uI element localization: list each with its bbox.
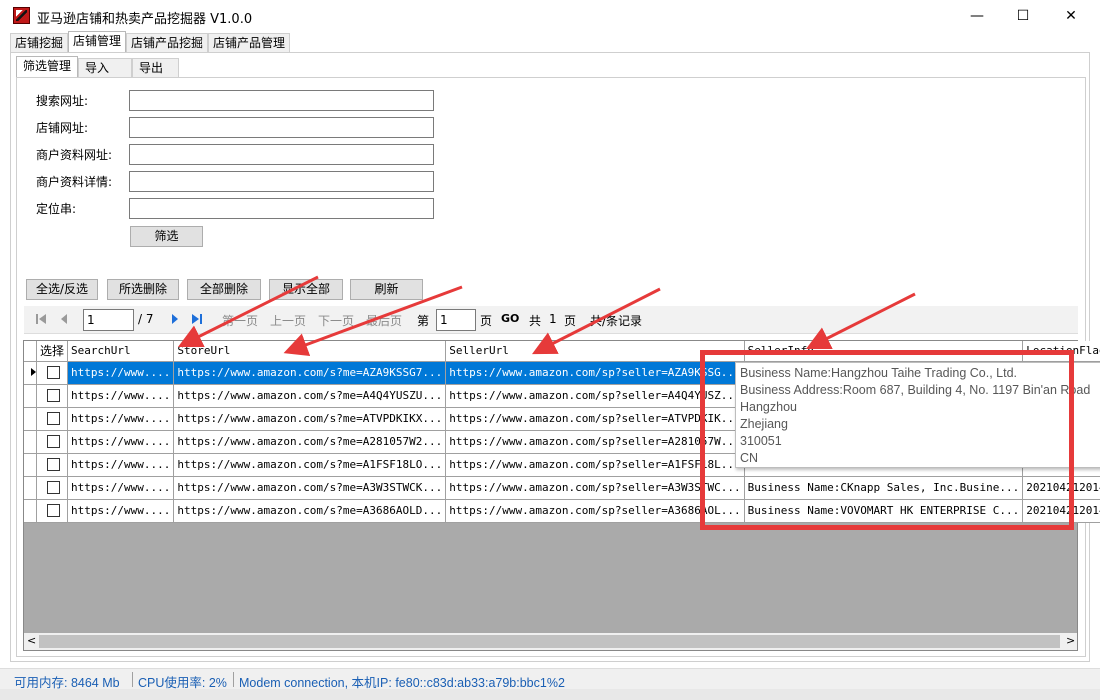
status-divider xyxy=(132,672,133,687)
row-checkbox[interactable] xyxy=(47,389,60,402)
scroll-right-icon[interactable]: > xyxy=(1066,634,1075,647)
select-cell[interactable] xyxy=(36,476,69,500)
goto-page-input[interactable]: 1 xyxy=(436,309,476,331)
status-bar: 可用内存: 8464 Mb CPU使用率: 2% Modem connectio… xyxy=(0,668,1100,690)
search-url-input[interactable] xyxy=(129,90,434,111)
tab-store-management[interactable]: 店铺管理 xyxy=(68,31,127,53)
horizontal-scrollbar[interactable]: < > xyxy=(24,633,1077,650)
go-button[interactable]: GO xyxy=(501,312,519,325)
show-all-button[interactable]: 显示全部 xyxy=(269,279,343,300)
page-prefix: 第 xyxy=(417,314,430,328)
row-header-corner xyxy=(24,341,37,362)
tab-store-mining[interactable]: 店铺挖掘 xyxy=(10,33,69,53)
scroll-left-icon[interactable]: < xyxy=(27,634,36,647)
title-bar: 亚马逊店铺和热卖产品挖掘器 V1.0.0 — ☐ ✕ xyxy=(0,0,1100,31)
window-title: 亚马逊店铺和热卖产品挖掘器 V1.0.0 xyxy=(37,12,253,27)
cell-storeurl[interactable]: https://www.amazon.com/s?me=A281057W2... xyxy=(173,430,447,454)
cell-storeurl[interactable]: https://www.amazon.com/s?me=A1FSF18LO... xyxy=(173,453,447,477)
status-divider xyxy=(233,672,234,687)
annotation-highlight-box xyxy=(700,350,1074,530)
locator-input[interactable] xyxy=(129,198,434,219)
row-checkbox[interactable] xyxy=(47,412,60,425)
row-checkbox[interactable] xyxy=(47,504,60,517)
tab-store-product-mining[interactable]: 店铺产品挖掘 xyxy=(126,33,209,53)
cell-storeurl[interactable]: https://www.amazon.com/s?me=A3W3STWCK... xyxy=(173,476,447,500)
total-suffix: 页 xyxy=(564,314,577,328)
locator-label: 定位串: xyxy=(36,202,77,216)
last-page-link[interactable]: 最后页 xyxy=(366,312,402,329)
cell-searchurl[interactable]: https://www.... xyxy=(67,361,175,385)
page-suffix: 页 xyxy=(480,314,493,328)
row-header[interactable] xyxy=(24,361,37,385)
select-toggle-button[interactable]: 全选/反选 xyxy=(26,279,98,300)
main-tab-strip: 店铺挖掘 店铺管理 店铺产品挖掘 店铺产品管理 xyxy=(10,31,291,53)
row-checkbox[interactable] xyxy=(47,366,60,379)
merchant-url-label: 商户资料网址: xyxy=(36,148,113,162)
merchant-detail-label: 商户资料详情: xyxy=(36,175,113,189)
cell-storeurl[interactable]: https://www.amazon.com/s?me=AZA9KSSG7... xyxy=(173,361,447,385)
scrollbar-thumb[interactable] xyxy=(39,635,1060,648)
select-cell[interactable] xyxy=(36,407,69,431)
minimize-button[interactable]: — xyxy=(954,0,1000,31)
current-row-icon xyxy=(31,368,36,376)
maximize-button[interactable]: ☐ xyxy=(1000,0,1046,31)
column-header-select[interactable]: 选择 xyxy=(36,341,69,362)
select-cell[interactable] xyxy=(36,430,69,454)
cell-searchurl[interactable]: https://www.... xyxy=(67,384,175,408)
pager-toolbar: 1 / 7 第一页 上一页 下一页 最后页 第 1 页 GO 共 1 页 共/条… xyxy=(24,306,1078,334)
cell-storeurl[interactable]: https://www.amazon.com/s?me=A4Q4YUSZU... xyxy=(173,384,447,408)
select-cell[interactable] xyxy=(36,499,69,523)
last-page-icon[interactable] xyxy=(190,311,204,327)
cell-searchurl[interactable]: https://www.... xyxy=(67,407,175,431)
tab-export[interactable]: 导出 xyxy=(132,58,180,78)
app-logo-icon xyxy=(13,7,30,24)
sub-tab-strip: 筛选管理 导入 导出 xyxy=(16,56,180,78)
filter-button[interactable]: 筛选 xyxy=(130,226,203,247)
tab-filter-management[interactable]: 筛选管理 xyxy=(16,56,79,78)
next-page-icon[interactable] xyxy=(168,311,182,327)
next-page-link[interactable]: 下一页 xyxy=(318,312,354,329)
tab-store-product-management[interactable]: 店铺产品管理 xyxy=(208,33,291,53)
row-header[interactable] xyxy=(24,499,37,523)
row-checkbox[interactable] xyxy=(47,435,60,448)
cell-searchurl[interactable]: https://www.... xyxy=(67,499,175,523)
current-page-input[interactable]: 1 xyxy=(83,309,134,331)
first-page-link[interactable]: 第一页 xyxy=(222,312,258,329)
row-header[interactable] xyxy=(24,407,37,431)
row-header[interactable] xyxy=(24,384,37,408)
column-header-searchurl[interactable]: SearchUrl xyxy=(67,341,175,362)
first-page-icon[interactable] xyxy=(34,311,48,327)
record-count: 共/条记录 xyxy=(590,314,643,328)
tab-import[interactable]: 导入 xyxy=(78,58,133,78)
row-header[interactable] xyxy=(24,453,37,477)
select-cell[interactable] xyxy=(36,384,69,408)
column-header-storeurl[interactable]: StoreUrl xyxy=(173,341,447,362)
cell-searchurl[interactable]: https://www.... xyxy=(67,476,175,500)
store-url-input[interactable] xyxy=(129,117,434,138)
select-cell[interactable] xyxy=(36,453,69,477)
delete-all-button[interactable]: 全部删除 xyxy=(187,279,261,300)
prev-page-link[interactable]: 上一页 xyxy=(270,312,306,329)
total-pages: 1 xyxy=(549,312,557,326)
row-checkbox[interactable] xyxy=(47,481,60,494)
merchant-url-input[interactable] xyxy=(129,144,434,165)
search-url-label: 搜索网址: xyxy=(36,94,89,108)
taskbar-strip xyxy=(0,689,1100,700)
row-header[interactable] xyxy=(24,430,37,454)
store-url-label: 店铺网址: xyxy=(36,121,89,135)
refresh-button[interactable]: 刷新 xyxy=(350,279,423,300)
merchant-detail-input[interactable] xyxy=(129,171,434,192)
close-button[interactable]: ✕ xyxy=(1048,0,1094,31)
cell-storeurl[interactable]: https://www.amazon.com/s?me=ATVPDKIKX... xyxy=(173,407,447,431)
row-checkbox[interactable] xyxy=(47,458,60,471)
select-cell[interactable] xyxy=(36,361,69,385)
prev-page-icon[interactable] xyxy=(57,311,71,327)
total-prefix: 共 xyxy=(529,314,542,328)
row-header[interactable] xyxy=(24,476,37,500)
cell-searchurl[interactable]: https://www.... xyxy=(67,430,175,454)
cell-searchurl[interactable]: https://www.... xyxy=(67,453,175,477)
delete-selected-button[interactable]: 所选删除 xyxy=(107,279,179,300)
total-page-count: / 7 xyxy=(138,312,154,326)
cell-storeurl[interactable]: https://www.amazon.com/s?me=A3686AOLD... xyxy=(173,499,447,523)
